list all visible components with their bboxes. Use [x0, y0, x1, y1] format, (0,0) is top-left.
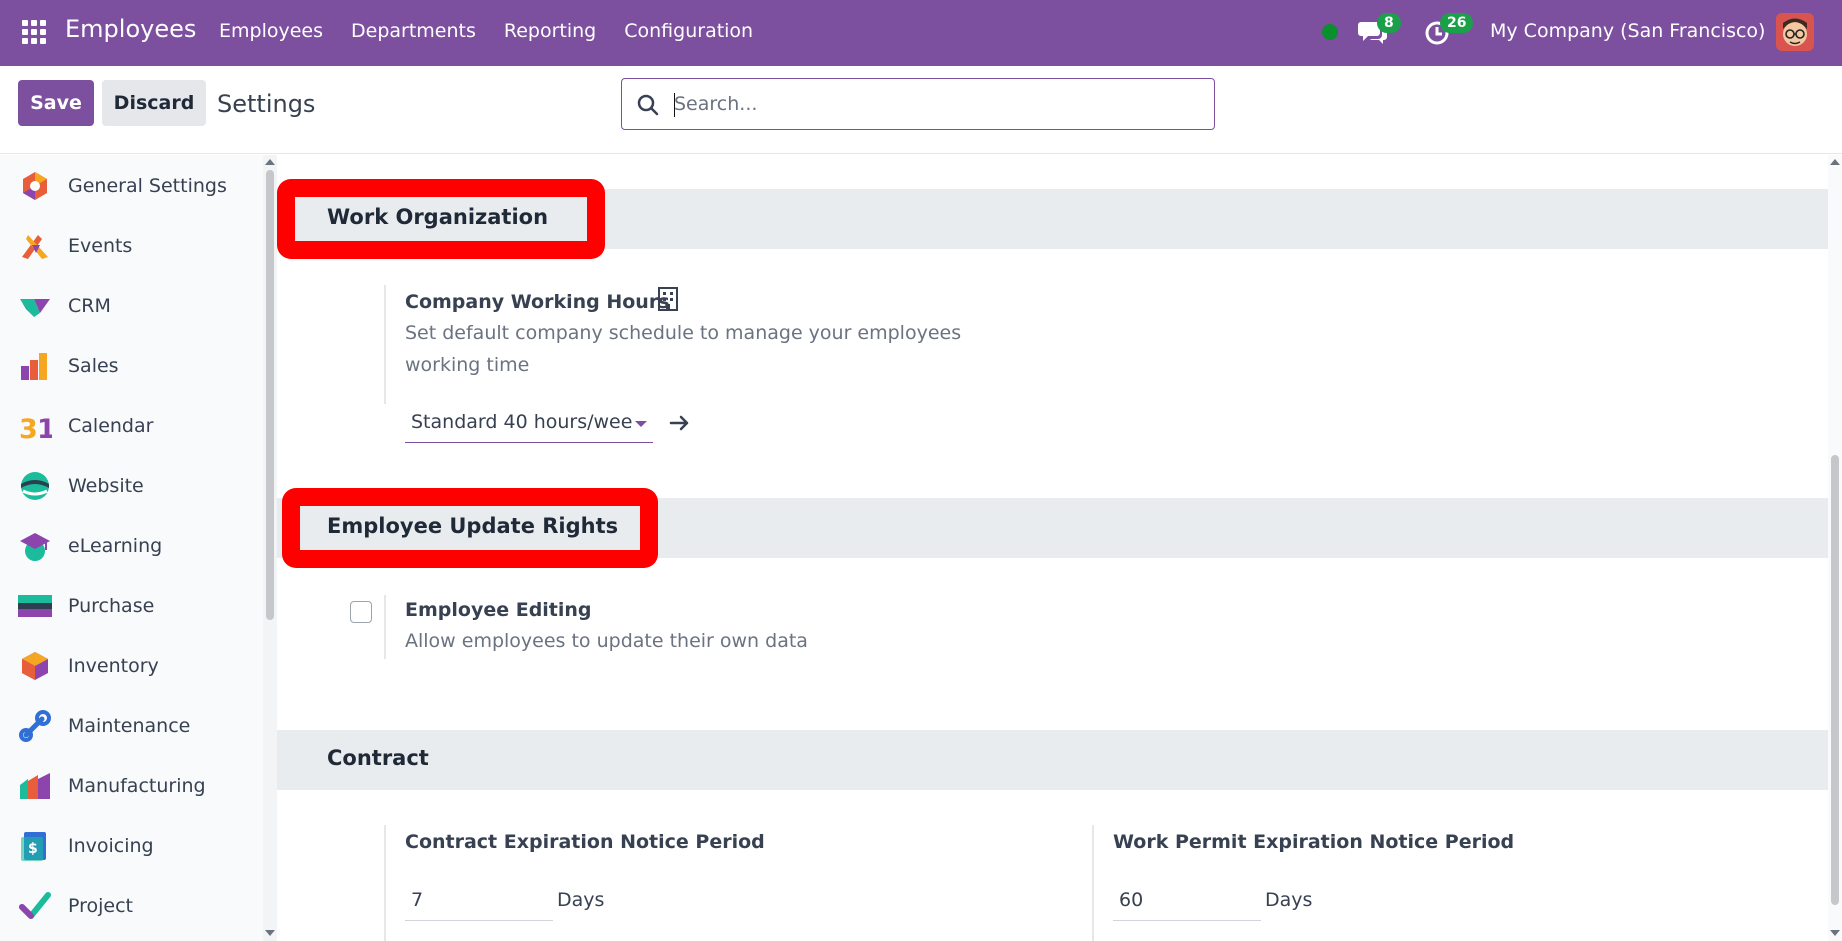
setting-divider — [384, 595, 386, 659]
input-value: 7 — [411, 889, 424, 911]
discard-button[interactable]: Discard — [102, 80, 206, 126]
sidebar-item-general-settings[interactable]: General Settings — [18, 162, 263, 210]
search-box[interactable] — [621, 78, 1215, 130]
sidebar-item-label: Purchase — [68, 595, 155, 617]
sidebar-item-label: eLearning — [68, 535, 163, 557]
setting-divider — [384, 285, 386, 404]
elearning-icon — [20, 533, 50, 561]
setting-divider — [1092, 825, 1094, 941]
calendar-icon: 3 1 — [19, 414, 52, 443]
settings-content: Work Organization Company Working Hours … — [277, 155, 1828, 941]
svg-text:3: 3 — [19, 414, 38, 443]
project-icon — [19, 892, 51, 919]
menu-configuration[interactable]: Configuration — [624, 20, 753, 42]
sidebar-item-label: Calendar — [68, 415, 154, 437]
setting-description: Set default company schedule to manage y… — [405, 317, 965, 381]
sidebar-item-label: CRM — [68, 295, 111, 317]
working-hours-select[interactable]: Standard 40 hours/wee — [405, 403, 653, 443]
general-settings-icon — [23, 172, 47, 200]
content-scroll-down-icon[interactable] — [1830, 930, 1840, 936]
sidebar-item-sales[interactable]: Sales — [18, 342, 263, 390]
sidebar-item-label: Inventory — [68, 655, 159, 677]
section-title: Contract — [327, 746, 429, 770]
contract-notice-period-input[interactable]: 7 — [405, 881, 553, 921]
text-caret — [674, 93, 675, 117]
menu-reporting[interactable]: Reporting — [504, 20, 596, 42]
sidebar-item-label: Events — [68, 235, 133, 257]
sidebar-item-label: Manufacturing — [68, 775, 206, 797]
sidebar-item-calendar[interactable]: 3 1 Calendar — [18, 402, 263, 450]
search-input[interactable] — [674, 89, 1194, 119]
sidebar-item-label: Website — [68, 475, 144, 497]
manufacturing-icon — [20, 773, 50, 799]
messages-count-badge: 8 — [1377, 13, 1401, 33]
page-title: Settings — [217, 90, 316, 118]
setting-title-company-working-hours: Company Working Hours — [405, 291, 670, 313]
maintenance-icon — [19, 710, 51, 742]
search-icon — [637, 94, 659, 116]
control-panel: Save Discard Settings — [0, 66, 1842, 154]
save-button[interactable]: Save — [18, 80, 94, 126]
svg-text:1: 1 — [37, 414, 52, 443]
sidebar-item-project[interactable]: Project — [18, 882, 263, 930]
app-grid-icon[interactable] — [22, 20, 46, 44]
sidebar-item-label: Maintenance — [68, 715, 191, 737]
sidebar-scrollbar-thumb[interactable] — [266, 170, 274, 620]
sidebar-item-maintenance[interactable]: Maintenance — [18, 702, 263, 750]
sidebar-item-label: Sales — [68, 355, 119, 377]
setting-title-employee-editing: Employee Editing — [405, 599, 592, 621]
company-switcher[interactable]: My Company (San Francisco) — [1490, 20, 1765, 42]
setting-description: Allow employees to update their own data — [405, 630, 808, 652]
sidebar-scroll-down-icon[interactable] — [265, 930, 275, 936]
app-name[interactable]: Employees — [65, 15, 196, 43]
sidebar-item-invoicing[interactable]: $ Invoicing — [18, 822, 263, 870]
inventory-icon — [22, 652, 48, 680]
main-menu: Employees Departments Reporting Configur… — [219, 20, 753, 42]
sidebar-item-website[interactable]: Website — [18, 462, 263, 510]
setting-description-line: Set default company schedule to manage y… — [405, 322, 962, 344]
select-value: Standard 40 hours/wee — [411, 411, 633, 433]
highlight-box-employee-update-rights — [282, 488, 658, 568]
sidebar-scroll-up-icon[interactable] — [265, 159, 275, 165]
sales-icon — [21, 353, 47, 380]
section-header-contract: Contract — [277, 730, 1828, 790]
sidebar-item-purchase[interactable]: Purchase — [18, 582, 263, 630]
highlight-box-work-organization — [277, 179, 605, 259]
sidebar-item-events[interactable]: Events — [18, 222, 263, 270]
menu-departments[interactable]: Departments — [351, 20, 476, 42]
work-permit-notice-period-input[interactable]: 60 — [1113, 881, 1261, 921]
company-building-icon — [658, 287, 678, 311]
events-icon — [22, 235, 48, 259]
employee-editing-checkbox[interactable] — [350, 601, 372, 623]
work-permit-notice-unit: Days — [1265, 889, 1313, 911]
menu-employees[interactable]: Employees — [219, 20, 323, 42]
sidebar-item-label: General Settings — [68, 175, 227, 197]
sidebar-item-label: Project — [68, 895, 134, 917]
arrow-right-icon[interactable] — [668, 411, 692, 435]
purchase-icon — [18, 595, 52, 617]
online-status-indicator — [1322, 24, 1338, 40]
crm-icon — [20, 299, 50, 317]
sidebar-item-elearning[interactable]: eLearning — [18, 522, 263, 570]
content-scrollbar-thumb[interactable] — [1831, 455, 1839, 905]
setting-title-work-permit-expiration: Work Permit Expiration Notice Period — [1113, 831, 1515, 853]
website-icon — [21, 472, 49, 500]
top-navbar: Employees Employees Departments Reportin… — [0, 0, 1842, 66]
settings-app-sidebar: General Settings Events CRM Sales 3 1 Ca… — [0, 155, 263, 941]
setting-title-contract-expiration: Contract Expiration Notice Period — [405, 831, 765, 853]
invoicing-icon: $ — [21, 832, 46, 861]
input-value: 60 — [1119, 889, 1144, 911]
sidebar-item-label: Invoicing — [68, 835, 154, 857]
setting-divider — [384, 825, 386, 941]
setting-description-line: working time — [405, 354, 530, 376]
contract-notice-unit: Days — [557, 889, 605, 911]
svg-text:$: $ — [28, 841, 38, 857]
content-scroll-up-icon[interactable] — [1830, 159, 1840, 165]
sidebar-item-crm[interactable]: CRM — [18, 282, 263, 330]
user-avatar[interactable] — [1776, 13, 1814, 51]
sidebar-item-inventory[interactable]: Inventory — [18, 642, 263, 690]
sidebar-item-manufacturing[interactable]: Manufacturing — [18, 762, 263, 810]
activities-count-badge: 26 — [1440, 13, 1474, 33]
chevron-down-icon — [635, 421, 647, 427]
